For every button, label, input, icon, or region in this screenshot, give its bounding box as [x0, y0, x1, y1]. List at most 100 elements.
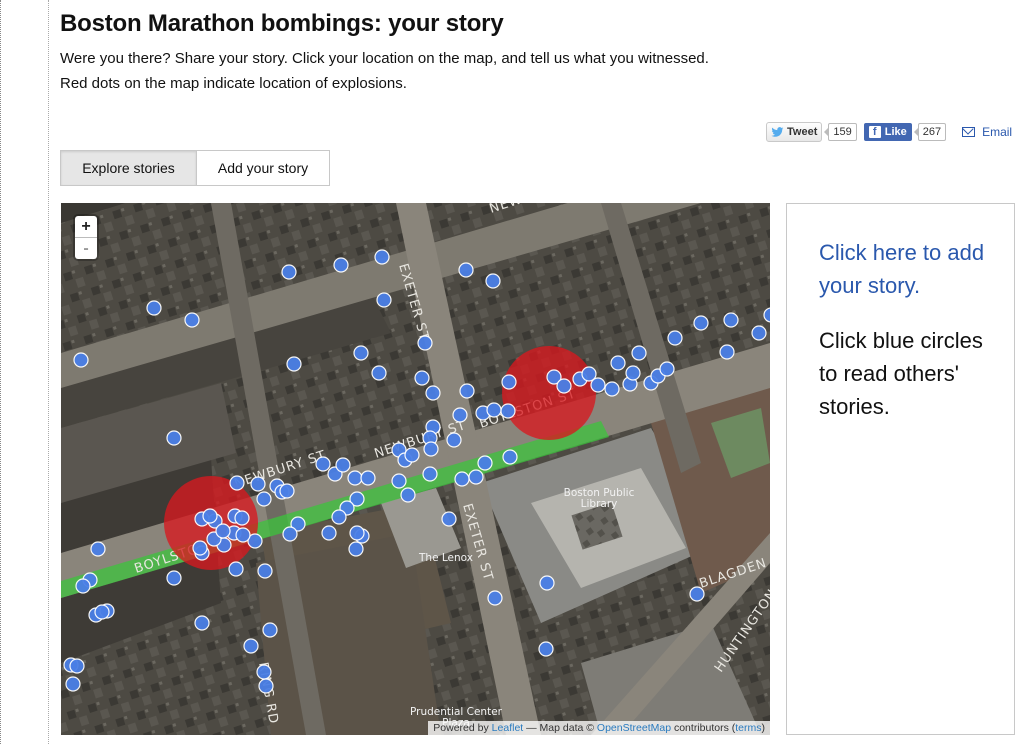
story-marker[interactable] — [625, 365, 641, 381]
leaflet-link[interactable]: Leaflet — [492, 722, 524, 734]
zoom-out-button[interactable]: - — [75, 238, 97, 259]
add-story-link[interactable]: Click here to add your story. — [819, 236, 989, 302]
story-marker[interactable] — [279, 483, 295, 499]
terms-link[interactable]: terms — [735, 722, 761, 734]
story-map[interactable]: NEWBURY ST NEWBURY ST EXETER ST EXETER ST BO… — [61, 203, 770, 735]
tab-explore-stories[interactable]: Explore stories — [60, 150, 197, 186]
story-marker[interactable] — [391, 473, 407, 489]
story-marker[interactable] — [590, 377, 606, 393]
story-marker[interactable] — [243, 638, 259, 654]
story-marker[interactable] — [258, 678, 274, 694]
story-marker[interactable] — [286, 356, 302, 372]
story-marker[interactable] — [689, 586, 705, 602]
story-marker[interactable] — [604, 381, 620, 397]
story-marker[interactable] — [414, 370, 430, 386]
email-label: Email — [982, 125, 1013, 139]
story-marker[interactable] — [348, 541, 364, 557]
explosion-marker — [502, 346, 596, 440]
story-marker[interactable] — [417, 335, 433, 351]
story-marker[interactable] — [282, 526, 298, 542]
story-marker[interactable] — [454, 471, 470, 487]
story-marker[interactable] — [166, 570, 182, 586]
story-marker[interactable] — [751, 325, 767, 341]
story-marker[interactable] — [65, 676, 81, 692]
page-column-rule — [48, 0, 49, 744]
story-marker[interactable] — [347, 470, 363, 486]
story-marker[interactable] — [441, 511, 457, 527]
story-marker[interactable] — [75, 578, 91, 594]
story-marker[interactable] — [500, 403, 516, 419]
story-marker[interactable] — [538, 641, 554, 657]
story-marker[interactable] — [315, 456, 331, 472]
story-marker[interactable] — [400, 487, 416, 503]
story-marker[interactable] — [360, 470, 376, 486]
story-marker[interactable] — [349, 525, 365, 541]
story-marker[interactable] — [487, 590, 503, 606]
story-marker[interactable] — [422, 466, 438, 482]
story-marker[interactable] — [353, 345, 369, 361]
story-marker[interactable] — [229, 475, 245, 491]
zoom-in-button[interactable]: + — [75, 216, 97, 238]
story-marker[interactable] — [659, 361, 675, 377]
story-marker[interactable] — [94, 604, 110, 620]
tab-add-your-story[interactable]: Add your story — [197, 150, 330, 186]
story-marker[interactable] — [73, 352, 89, 368]
story-marker[interactable] — [423, 441, 439, 457]
story-marker[interactable] — [281, 264, 297, 280]
story-marker[interactable] — [376, 292, 392, 308]
story-marker[interactable] — [321, 525, 337, 541]
story-marker[interactable] — [374, 249, 390, 265]
story-marker[interactable] — [257, 563, 273, 579]
story-marker[interactable] — [194, 615, 210, 631]
story-marker[interactable] — [693, 315, 709, 331]
story-marker[interactable] — [331, 509, 347, 525]
story-marker[interactable] — [256, 664, 272, 680]
page-title: Boston Marathon bombings: your story — [60, 10, 504, 37]
story-marker[interactable] — [459, 383, 475, 399]
story-marker[interactable] — [446, 432, 462, 448]
story-marker[interactable] — [146, 300, 162, 316]
story-marker[interactable] — [468, 469, 484, 485]
story-marker[interactable] — [335, 457, 351, 473]
story-marker[interactable] — [235, 527, 251, 543]
page-left-border — [0, 0, 4, 744]
story-marker[interactable] — [667, 330, 683, 346]
story-marker[interactable] — [485, 273, 501, 289]
story-marker[interactable] — [501, 374, 517, 390]
intro-text: Were you there? Share your story. Click … — [60, 50, 709, 67]
story-marker[interactable] — [333, 257, 349, 273]
story-marker[interactable] — [90, 541, 106, 557]
story-marker[interactable] — [202, 508, 218, 524]
story-marker[interactable] — [262, 622, 278, 638]
openstreetmap-link[interactable]: OpenStreetMap — [597, 722, 671, 734]
envelope-icon — [962, 127, 976, 137]
story-marker[interactable] — [631, 345, 647, 361]
story-marker[interactable] — [458, 262, 474, 278]
story-marker[interactable] — [404, 447, 420, 463]
story-marker[interactable] — [539, 575, 555, 591]
story-marker[interactable] — [184, 312, 200, 328]
story-marker[interactable] — [452, 407, 468, 423]
facebook-like-button[interactable]: f Like — [863, 123, 912, 141]
story-marker[interactable] — [425, 385, 441, 401]
story-marker[interactable] — [250, 476, 266, 492]
story-marker[interactable] — [228, 561, 244, 577]
satellite-map-layer[interactable]: NEWBURY STNEWBURY STEXETER STEXETER STBO… — [61, 203, 770, 735]
story-marker[interactable] — [502, 449, 518, 465]
story-marker[interactable] — [486, 402, 502, 418]
story-marker[interactable] — [215, 523, 231, 539]
story-marker[interactable] — [166, 430, 182, 446]
story-marker[interactable] — [371, 365, 387, 381]
story-marker[interactable] — [69, 658, 85, 674]
story-marker[interactable] — [723, 312, 739, 328]
tweet-label: Tweet — [787, 126, 818, 138]
story-marker[interactable] — [556, 378, 572, 394]
story-marker[interactable] — [610, 355, 626, 371]
story-marker[interactable] — [477, 455, 493, 471]
tweet-button[interactable]: Tweet — [766, 122, 823, 142]
story-marker[interactable] — [719, 344, 735, 360]
email-link[interactable]: Email — [962, 125, 1012, 139]
story-marker[interactable] — [234, 510, 250, 526]
story-marker[interactable] — [256, 491, 272, 507]
story-marker[interactable] — [192, 540, 208, 556]
